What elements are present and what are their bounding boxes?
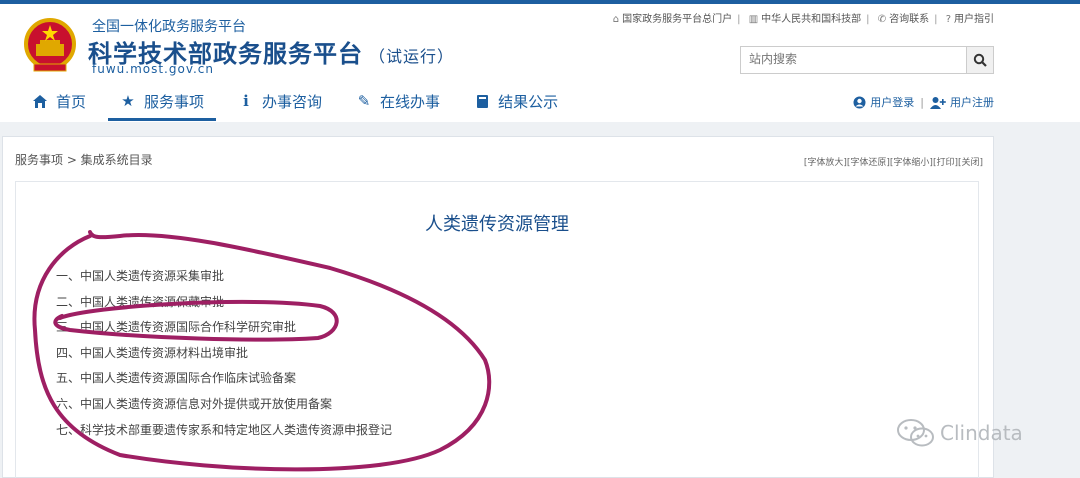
user-circle-icon xyxy=(853,96,866,108)
breadcrumb[interactable]: 服务事项 > 集成系统目录 xyxy=(15,151,153,168)
user-links: 用户登录 | 用户注册 xyxy=(853,94,994,110)
contact-link[interactable]: ✆ 咨询联系 xyxy=(878,14,929,25)
guide-link-label: 用户指引 xyxy=(954,14,994,25)
ministry-link-label: 中华人民共和国科技部 xyxy=(761,14,862,25)
content-box: 人类遗传资源管理 一、中国人类遗传资源采集审批 二、中国人类遗传资源保藏审批 三… xyxy=(15,181,979,478)
wechat-icon xyxy=(897,419,934,447)
separator: | xyxy=(934,14,938,25)
nav-results-label: 结果公示 xyxy=(498,92,559,111)
nav-services[interactable]: ★ 服务事项 xyxy=(108,84,217,121)
star-icon: ★ xyxy=(121,92,135,110)
register-link[interactable]: 用户注册 xyxy=(930,94,994,110)
list-item[interactable]: 四、中国人类遗传资源材料出境审批 xyxy=(56,341,392,367)
main-nav: 首页 ★ 服务事项 i 办事咨询 ✎ 在线办事 结果公示 xyxy=(20,84,580,121)
separator: | xyxy=(737,14,741,25)
ministry-link[interactable]: ▥ 中华人民共和国科技部 xyxy=(749,14,861,25)
list-item[interactable]: 一、中国人类遗传资源采集审批 xyxy=(56,264,392,290)
list-item-link[interactable]: 六、中国人类遗传资源信息对外提供或开放使用备案 xyxy=(56,397,332,411)
top-links: ⌂ 国家政务服务平台总门户 | ▥ 中华人民共和国科技部 | ✆ 咨询联系 | ? 用户指引 xyxy=(613,10,994,25)
list-item[interactable]: 七、科学技术部重要遗传家系和特定地区人类遗传资源申报登记 xyxy=(56,418,392,444)
list-item[interactable]: 二、中国人类遗传资源保藏审批 xyxy=(56,290,392,316)
list-item-link[interactable]: 四、中国人类遗传资源材料出境审批 xyxy=(56,346,248,360)
phone-icon: ✆ xyxy=(877,14,887,25)
login-label: 用户登录 xyxy=(870,96,915,109)
info-icon: i xyxy=(243,92,249,110)
nav-online[interactable]: ✎ 在线办事 xyxy=(344,84,452,118)
nav-home[interactable]: 首页 xyxy=(20,84,98,118)
nav-results[interactable]: 结果公示 xyxy=(462,84,570,118)
nav-home-label: 首页 xyxy=(56,92,87,111)
list-item[interactable]: 六、中国人类遗传资源信息对外提供或开放使用备案 xyxy=(56,392,392,418)
site-domain: fuwu.most.gov.cn xyxy=(92,62,215,76)
page-tools[interactable]: [字体放大][字体还原][字体缩小][打印][关闭] xyxy=(804,155,983,168)
list-item-link[interactable]: 三、中国人类遗传资源国际合作科学研究审批 xyxy=(56,320,296,334)
portal-link-label: 国家政务服务平台总门户 xyxy=(622,14,733,25)
bank-icon: ▥ xyxy=(748,14,759,25)
list-item-link[interactable]: 二、中国人类遗传资源保藏审批 xyxy=(56,295,224,309)
list-item[interactable]: 三、中国人类遗传资源国际合作科学研究审批 xyxy=(56,315,392,341)
login-link[interactable]: 用户登录 xyxy=(853,94,914,110)
list-item-link[interactable]: 七、科学技术部重要遗传家系和特定地区人类遗传资源申报登记 xyxy=(56,423,392,437)
search-input[interactable] xyxy=(741,47,967,71)
site-header: 全国一体化政务服务平台 科学技术部政务服务平台 （试运行） fuwu.most.g… xyxy=(0,4,1080,122)
search-button[interactable] xyxy=(966,47,993,73)
page-title: 人类遗传资源管理 xyxy=(425,214,569,235)
site-search xyxy=(740,46,994,74)
home-icon xyxy=(32,93,48,109)
nav-consult[interactable]: i 办事咨询 xyxy=(226,84,334,118)
nav-services-label: 服务事项 xyxy=(144,92,205,111)
platform-subtitle: 全国一体化政务服务平台 xyxy=(92,19,246,35)
home-icon: ⌂ xyxy=(612,14,620,25)
guide-link[interactable]: ? 用户指引 xyxy=(946,14,994,25)
portal-link[interactable]: ⌂ 国家政务服务平台总门户 xyxy=(613,14,732,25)
user-plus-icon xyxy=(930,96,946,109)
search-icon xyxy=(973,53,987,67)
watermark-text: Clindata xyxy=(940,421,1023,445)
service-list: 一、中国人类遗传资源采集审批 二、中国人类遗传资源保藏审批 三、中国人类遗传资源… xyxy=(56,264,392,443)
book-icon xyxy=(474,93,490,109)
list-item[interactable]: 五、中国人类遗传资源国际合作临床试验备案 xyxy=(56,366,392,392)
register-label: 用户注册 xyxy=(950,96,994,109)
list-item-link[interactable]: 五、中国人类遗传资源国际合作临床试验备案 xyxy=(56,371,296,385)
nav-online-label: 在线办事 xyxy=(380,92,441,111)
list-item-link[interactable]: 一、中国人类遗传资源采集审批 xyxy=(56,269,224,283)
separator: | xyxy=(920,95,924,109)
national-emblem-logo[interactable] xyxy=(22,16,78,76)
separator: | xyxy=(866,14,870,25)
pencil-icon: ✎ xyxy=(357,92,371,110)
nav-consult-label: 办事咨询 xyxy=(262,92,323,111)
question-icon: ? xyxy=(945,14,951,25)
trial-note: （试运行） xyxy=(369,47,455,66)
contact-link-label: 咨询联系 xyxy=(889,14,930,25)
watermark: Clindata xyxy=(896,418,1023,448)
main-panel: 服务事项 > 集成系统目录 [字体放大][字体还原][字体缩小][打印][关闭]… xyxy=(2,136,994,478)
